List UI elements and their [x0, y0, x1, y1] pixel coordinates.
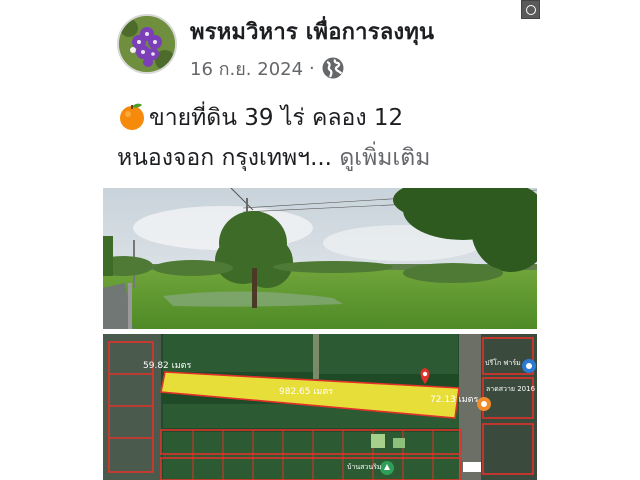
avatar[interactable] — [117, 14, 177, 74]
land-photo-image — [103, 188, 537, 329]
post-text: ขายที่ดิน 39 ไร่ คลอง 12 หนองจอก กรุงเทพ… — [117, 98, 531, 178]
map-label-center-distance: 982.65 เมตร — [279, 387, 334, 397]
satellite-map-image — [103, 334, 537, 480]
map-label-top-right: ปรีโก ฟาร์ม — [485, 359, 521, 367]
map-label-left-distance: 59.82 เมตร — [143, 361, 192, 371]
post-text-line-2: หนองจอก กรุงเทพฯ... ดูเพิ่มเติม — [117, 138, 531, 178]
meta-separator: · — [309, 57, 315, 79]
map-label-bottom: บ้านสวนริม — [347, 463, 382, 471]
avatar-flower-image — [119, 16, 175, 72]
post-date[interactable]: 16 ก.ย. 2024 — [190, 54, 303, 83]
post-text-line-2-content: หนองจอก กรุงเทพฯ... — [117, 145, 332, 171]
globe-icon[interactable] — [321, 56, 345, 80]
see-more-link[interactable]: ดูเพิ่มเติม — [339, 145, 430, 171]
satellite-map[interactable]: 59.82 เมตร 982.65 เมตร 72.13 เมตร ปรีโก … — [103, 334, 537, 480]
circle-icon — [526, 5, 536, 15]
post-card: พรหมวิหาร เพื่อการลงทุน 16 ก.ย. 2024 · ข… — [103, 0, 537, 480]
corner-overlay-button[interactable] — [521, 0, 540, 19]
land-photo[interactable] — [103, 188, 537, 329]
orange-emoji-icon — [120, 103, 144, 130]
map-label-right-sub: ลาดสวาย 2016 — [486, 385, 536, 393]
post-meta: 16 ก.ย. 2024 · — [190, 55, 345, 81]
post-text-line-1: ขายที่ดิน 39 ไร่ คลอง 12 — [117, 98, 531, 138]
post-header: พรหมวิหาร เพื่อการลงทุน 16 ก.ย. 2024 · — [103, 0, 537, 92]
page-name[interactable]: พรหมวิหาร เพื่อการลงทุน — [190, 14, 434, 49]
map-label-right-distance: 72.13 เมตร — [430, 395, 479, 405]
post-text-line-1-content: ขายที่ดิน 39 ไร่ คลอง 12 — [149, 105, 404, 131]
